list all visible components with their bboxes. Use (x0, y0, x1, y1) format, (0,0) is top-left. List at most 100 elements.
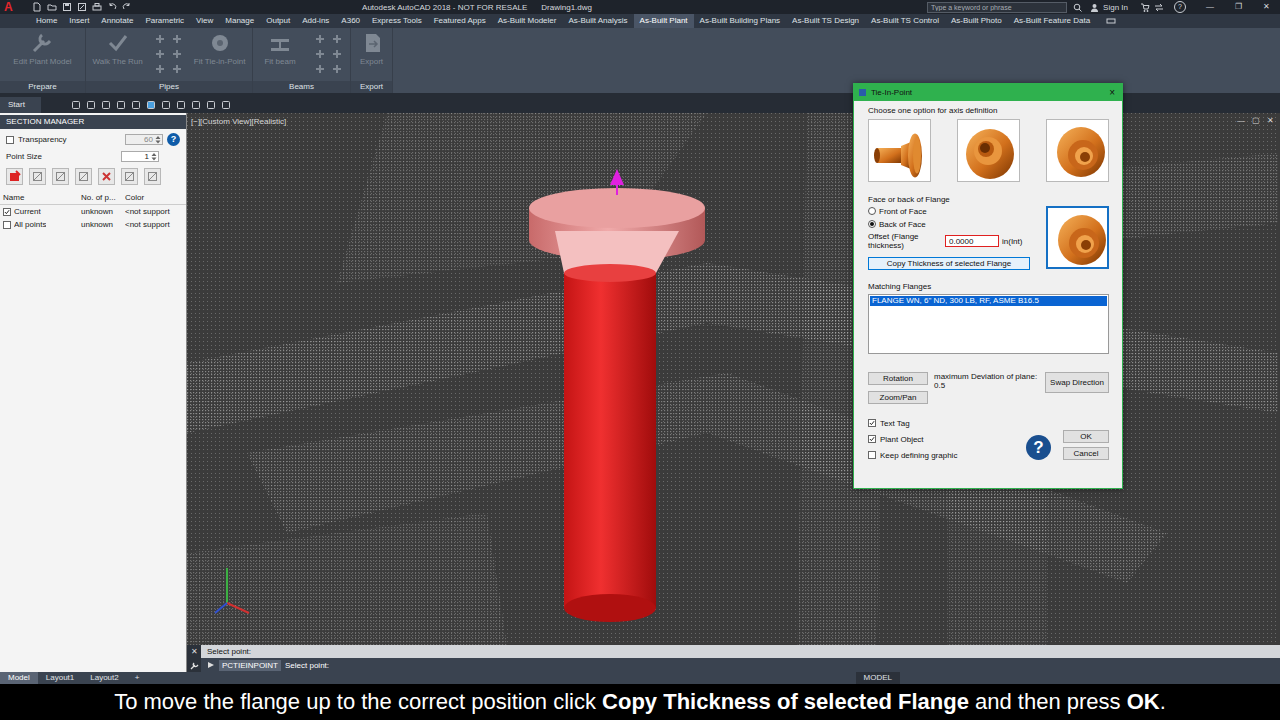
pipe-tool-icon[interactable] (171, 63, 183, 75)
help-button[interactable]: ? (1174, 1, 1186, 13)
layout-tab[interactable]: Layout2 (82, 672, 126, 684)
ribbon-tab[interactable]: As-Built Plant (634, 14, 694, 28)
radio-button[interactable] (868, 207, 876, 215)
pipe-tool-icon[interactable] (314, 33, 326, 45)
space-toggle[interactable]: MODEL (856, 672, 900, 684)
viewport-label[interactable]: [−][Custom View][Realistic] (191, 117, 286, 126)
ribbon-button[interactable]: Export (352, 31, 392, 66)
cart-icon[interactable] (1140, 3, 1150, 12)
viewport-control[interactable]: ✕ (1267, 116, 1274, 125)
open-icon[interactable] (47, 2, 57, 12)
section-tool-button[interactable] (75, 168, 92, 185)
ribbon-options-icon[interactable] (1104, 14, 1118, 28)
flange-icon[interactable] (1050, 210, 1106, 266)
option-checkbox[interactable] (868, 451, 876, 459)
section-tool-button[interactable] (144, 168, 161, 185)
ribbon-tab[interactable]: Manage (219, 14, 260, 28)
command-input[interactable]: PCTIEINPOINTSelect point: (201, 658, 1280, 672)
exchange-icon[interactable] (1154, 3, 1164, 12)
cancel-button[interactable]: Cancel (1063, 447, 1109, 460)
app-logo[interactable]: A (4, 0, 18, 14)
option-row[interactable]: Plant Object (868, 434, 1026, 444)
section-tool-button[interactable] (98, 168, 115, 185)
print-icon[interactable] (92, 2, 102, 12)
ribbon-tab[interactable]: As-Built Building Plans (694, 14, 786, 28)
option-checkbox[interactable] (868, 419, 876, 427)
table-row[interactable]: All pointsunknown<not support (0, 218, 186, 231)
ribbon-tab[interactable]: As-Built TS Control (865, 14, 945, 28)
viewport-control[interactable]: ▢ (1252, 116, 1260, 125)
axis-option[interactable] (1046, 119, 1109, 182)
ribbon-tab[interactable]: View (190, 14, 219, 28)
wrench-icon[interactable] (190, 661, 199, 670)
face-option[interactable]: Front of Face (868, 206, 1038, 216)
section-tool-button[interactable] (121, 168, 138, 185)
ribbon-tab[interactable]: Add-ins (296, 14, 335, 28)
copy-thickness-button[interactable]: Copy Thickness of selected Flange (868, 257, 1030, 270)
section-tool-button[interactable] (6, 168, 23, 185)
view-tool-icon[interactable] (176, 100, 186, 110)
ribbon-button[interactable]: Edit Plant Model (11, 31, 73, 66)
view-tool-icon[interactable] (86, 100, 96, 110)
user-icon[interactable] (1090, 3, 1099, 12)
ribbon-tab[interactable]: Insert (63, 14, 95, 28)
view-tool-icon[interactable] (71, 100, 81, 110)
save-icon[interactable] (62, 2, 72, 12)
ribbon-tab[interactable]: Home (30, 14, 63, 28)
pipe-tool-icon[interactable] (171, 48, 183, 60)
axis-option[interactable] (957, 119, 1020, 182)
ribbon-button[interactable]: Walk The Run (91, 31, 145, 66)
help-button[interactable]: ? (1026, 435, 1051, 460)
row-checkbox[interactable] (3, 221, 11, 229)
layout-tab[interactable]: Layout1 (38, 672, 82, 684)
view-tool-icon[interactable] (191, 100, 201, 110)
search-field[interactable] (927, 2, 1067, 13)
pipe-tool-icon[interactable] (154, 48, 166, 60)
close-button[interactable]: × (1106, 87, 1118, 98)
flange-item[interactable]: FLANGE WN, 6" ND, 300 LB, RF, ASME B16.5 (870, 296, 1107, 306)
pipe-tool-icon[interactable] (331, 33, 343, 45)
ribbon-tab[interactable]: A360 (335, 14, 366, 28)
ribbon-button[interactable]: Fit beam (260, 31, 300, 66)
ok-button[interactable]: OK (1063, 430, 1109, 443)
new-icon[interactable] (32, 2, 42, 12)
view-tool-icon[interactable] (116, 100, 126, 110)
ribbon-button[interactable]: Fit Tie-in-Point (192, 31, 248, 66)
offset-field[interactable] (945, 235, 999, 247)
face-option[interactable]: Back of Face (868, 219, 1038, 229)
spin-box[interactable]: 60 (125, 134, 163, 145)
window-control[interactable]: ✕ (1252, 0, 1280, 14)
section-tool-button[interactable] (52, 168, 69, 185)
option-row[interactable]: Keep defining graphic (868, 450, 1026, 460)
ribbon-tab[interactable]: Express Tools (366, 14, 428, 28)
axis-option[interactable] (868, 119, 931, 182)
add-layout-button[interactable]: + (127, 672, 148, 684)
flange-icon[interactable] (1049, 122, 1107, 180)
pipe-tool-icon[interactable] (331, 48, 343, 60)
swap-direction-button[interactable]: Swap Direction (1045, 372, 1109, 393)
pipe-tool-icon[interactable] (154, 63, 166, 75)
pipe-tool-icon[interactable] (331, 63, 343, 75)
ribbon-tab[interactable]: Output (260, 14, 296, 28)
ribbon-tab[interactable]: As-Built TS Design (786, 14, 865, 28)
flange-icon[interactable] (960, 122, 1018, 180)
window-control[interactable]: ❐ (1224, 0, 1252, 14)
rotation-button[interactable]: Rotation (868, 372, 928, 385)
save-as-icon[interactable] (77, 2, 87, 12)
spin-arrows-icon[interactable] (155, 135, 161, 144)
sign-in-link[interactable]: Sign In (1103, 3, 1128, 12)
row-checkbox[interactable] (3, 208, 11, 216)
view-tool-icon[interactable] (146, 100, 156, 110)
ribbon-tab[interactable]: Annotate (95, 14, 139, 28)
search-icon[interactable] (1073, 3, 1082, 12)
ribbon-tab[interactable]: Parametric (139, 14, 190, 28)
view-tool-icon[interactable] (161, 100, 171, 110)
pipe-tool-icon[interactable] (154, 33, 166, 45)
layout-tab[interactable]: Model (0, 672, 38, 684)
table-row[interactable]: Currentunknown<not support (0, 205, 186, 218)
ribbon-tab[interactable]: As-Built Modeler (492, 14, 563, 28)
option-row[interactable]: Text Tag (868, 418, 1026, 428)
pipe-tool-icon[interactable] (171, 33, 183, 45)
window-control[interactable]: — (1196, 0, 1224, 14)
ribbon-tab[interactable]: As-Built Analysis (562, 14, 633, 28)
